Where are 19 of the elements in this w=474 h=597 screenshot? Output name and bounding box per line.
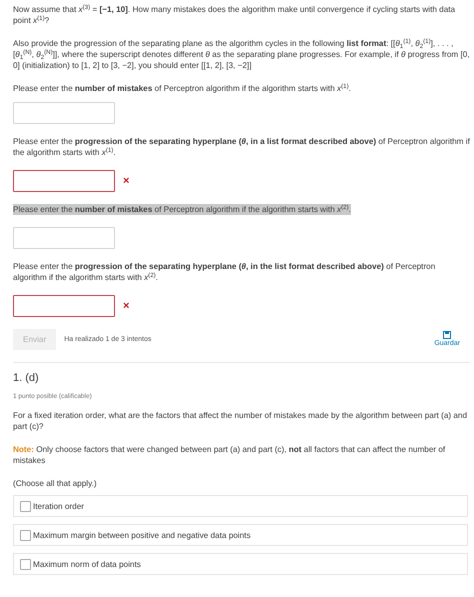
- question-text: Now assume that x$^{(3)}$ = [−1, 10]. How many mistakes does the algorithm make until convergence if cycling starts with data point x$^{(1)}$?: [13, 4, 456, 26]
- prompt-text: Please enter the progression of the separating hyperplane (θ, in a list format described above) of Perceptron algorithm if the algorithm starts with x$^{(1)}$.: [13, 136, 470, 158]
- checkbox[interactable]: [20, 530, 31, 540]
- instruction-text: (Choose all that apply.): [13, 478, 98, 489]
- choice-option[interactable]: Iteration order: [13, 495, 468, 517]
- section-title: 1. (d): [13, 371, 40, 385]
- prompt-text: Please enter the number of mistakes of Perceptron algorithm if the algorithm starts with x$^{(2)}$.: [13, 204, 351, 215]
- note-text: Note: Only choose factors that were changed between part (a) and part (c), not all factors that can affect the number of mistakes: [13, 444, 446, 466]
- instructions-text: Also provide the progression of the separating plane as the algorithm cycles in the following list format: [[θ$_{1}$$^{(1)}$, θ$_{2}$$^{(1)}$], . . . , [θ$_{1}$$^{(N)}$, θ$_{2}$$^{(N)}$]], where the superscript denotes different θ as the separating plane progresses. For example, if θ progress from [0, 0] (initialization) to [1, 2] to [3, −2], you should enter [[1, 2], [3, −2]]: [13, 38, 470, 71]
- incorrect-icon: ×: [123, 176, 130, 186]
- incorrect-icon: ×: [123, 300, 130, 312]
- choice-option[interactable]: Maximum norm of data points: [13, 553, 468, 575]
- checkbox[interactable]: [20, 500, 31, 512]
- answer-field[interactable]: [13, 170, 115, 192]
- answer-field[interactable]: [13, 295, 115, 317]
- prompt-text: Please enter the number of mistakes of Perceptron algorithm if the algorithm starts with x$^{(1)}$.: [13, 83, 352, 94]
- checkbox[interactable]: [20, 558, 31, 570]
- question-text: For a fixed iteration order, what are the factors that affect the number of mistakes made by the algorithm between part (a) and part (c)?: [13, 410, 468, 432]
- choice-option[interactable]: Maximum margin between positive and negative data points: [13, 524, 468, 546]
